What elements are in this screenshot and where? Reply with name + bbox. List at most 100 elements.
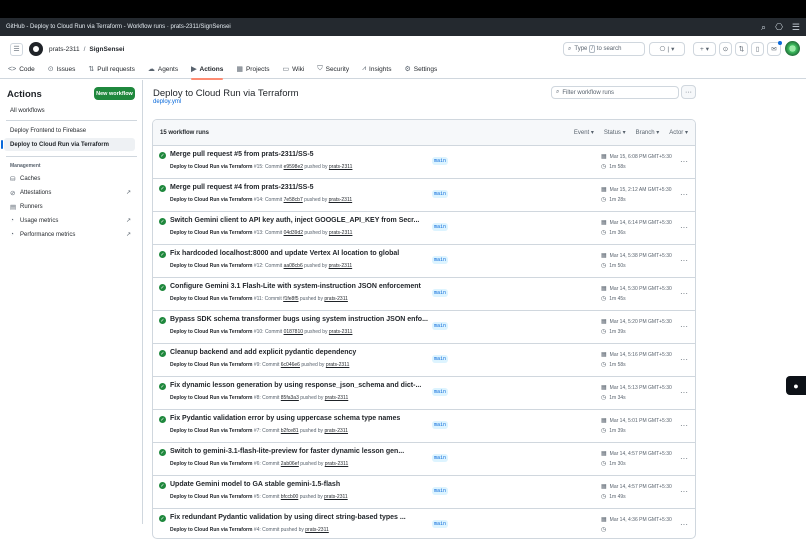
filter-runs-input[interactable]: ⌕ Filter workflow runs	[551, 86, 679, 99]
run-title[interactable]: Merge pull request #4 from prats-2311/SS…	[170, 184, 314, 191]
branch-badge[interactable]: main	[432, 157, 449, 165]
commit-link[interactable]: 7e58cb7	[284, 197, 303, 203]
run-title[interactable]: Update Gemini model to GA stable gemini-…	[170, 481, 340, 488]
actor-link[interactable]: prats-2311	[325, 461, 349, 467]
commit-link[interactable]: b2fce81	[281, 428, 299, 434]
commit-link[interactable]: e9598e2	[284, 164, 303, 170]
row-kebab-icon[interactable]: ···	[680, 454, 688, 463]
row-kebab-icon[interactable]: ···	[680, 157, 688, 166]
table-row[interactable]: ✓ Merge pull request #5 from prats-2311/…	[153, 146, 695, 179]
sidebar-item-usage-metrics[interactable]: ◔ Usage metrics ↗	[4, 214, 135, 227]
row-kebab-icon[interactable]: ···	[680, 322, 688, 331]
actor-link[interactable]: prats-2311	[329, 329, 353, 335]
tab-code[interactable]: <> Code	[8, 60, 35, 79]
run-title[interactable]: Bypass SDK schema transformer bugs using…	[170, 316, 428, 323]
row-kebab-icon[interactable]: ···	[680, 520, 688, 529]
commit-link[interactable]: 2ab06ef	[281, 461, 299, 467]
copilot-icon[interactable]: ⎔	[775, 22, 783, 33]
sidebar-item-attestations[interactable]: ⊘ Attestations ↗	[4, 186, 135, 199]
tab-projects[interactable]: ▦ Projects	[236, 60, 269, 79]
run-title[interactable]: Switch Gemini client to API key auth, in…	[170, 217, 419, 224]
row-kebab-icon[interactable]: ···	[680, 289, 688, 298]
pull-requests-button[interactable]: ⇅	[735, 42, 748, 56]
actor-link[interactable]: prats-2311	[329, 263, 353, 269]
run-title[interactable]: Switch to gemini-3.1-flash-lite-preview …	[170, 448, 404, 455]
menu-icon[interactable]: ☰	[792, 22, 800, 33]
more-options-button[interactable]: ···	[681, 85, 696, 99]
branch-badge[interactable]: main	[432, 421, 449, 429]
commit-link[interactable]: 6c046e6	[281, 362, 300, 368]
table-row[interactable]: ✓ Merge pull request #4 from prats-2311/…	[153, 179, 695, 212]
filter-event[interactable]: Event ▾	[574, 129, 594, 136]
table-row[interactable]: ✓ Fix redundant Pydantic validation by u…	[153, 509, 695, 538]
table-row[interactable]: ✓ Bypass SDK schema transformer bugs usi…	[153, 311, 695, 344]
branch-badge[interactable]: main	[432, 487, 449, 495]
table-row[interactable]: ✓ Switch Gemini client to API key auth, …	[153, 212, 695, 245]
branch-badge[interactable]: main	[432, 322, 449, 330]
run-title[interactable]: Fix Pydantic validation error by using u…	[170, 415, 400, 422]
run-title[interactable]: Merge pull request #5 from prats-2311/SS…	[170, 151, 314, 158]
branch-badge[interactable]: main	[432, 388, 449, 396]
filter-actor[interactable]: Actor ▾	[669, 129, 688, 136]
breadcrumb-repo[interactable]: SignSensei	[89, 46, 124, 53]
github-logo-icon[interactable]	[29, 42, 43, 56]
commit-link[interactable]: 85fa3a3	[281, 395, 299, 401]
global-search-input[interactable]: ⌕ Type / to search	[563, 42, 645, 56]
sidebar-item-runners[interactable]: ▤ Runners	[4, 200, 135, 213]
sidebar-item-caches[interactable]: ⛁ Caches	[4, 172, 135, 185]
run-title[interactable]: Fix hardcoded localhost:8000 and update …	[170, 250, 399, 257]
row-kebab-icon[interactable]: ···	[680, 421, 688, 430]
tab-wiki[interactable]: ▭ Wiki	[282, 60, 304, 79]
search-icon[interactable]: ⌕	[761, 22, 766, 33]
branch-badge[interactable]: main	[432, 190, 449, 198]
actor-link[interactable]: prats-2311	[329, 197, 353, 203]
tab-security[interactable]: ⛉ Security	[317, 60, 349, 79]
actor-link[interactable]: prats-2311	[325, 395, 349, 401]
row-kebab-icon[interactable]: ···	[680, 355, 688, 364]
feedback-button[interactable]: ●	[786, 376, 806, 395]
tab-agents[interactable]: ☁ Agents	[148, 60, 178, 79]
commit-link[interactable]: f1fe8f5	[283, 296, 298, 302]
commit-link[interactable]: aa08cb6	[284, 263, 303, 269]
branch-badge[interactable]: main	[432, 355, 449, 363]
tab-pull-requests[interactable]: ⇅ Pull requests	[88, 60, 134, 79]
repositories-button[interactable]: ▯	[751, 42, 764, 56]
copilot-dropdown-button[interactable]: ⎔ | ▾	[649, 42, 685, 56]
tab-insights[interactable]: ⩘ Insights	[362, 60, 391, 79]
table-row[interactable]: ✓ Switch to gemini-3.1-flash-lite-previe…	[153, 443, 695, 476]
create-new-button[interactable]: + ▾	[693, 42, 716, 56]
actor-link[interactable]: prats-2311	[324, 428, 348, 434]
table-row[interactable]: ✓ Configure Gemini 3.1 Flash-Lite with s…	[153, 278, 695, 311]
actor-link[interactable]: prats-2311	[324, 296, 348, 302]
breadcrumb-owner[interactable]: prats-2311	[49, 46, 80, 53]
row-kebab-icon[interactable]: ···	[680, 388, 688, 397]
table-row[interactable]: ✓ Fix Pydantic validation error by using…	[153, 410, 695, 443]
commit-link[interactable]: 04d39d2	[284, 230, 303, 236]
tab-actions[interactable]: ▶ Actions	[191, 60, 224, 80]
hamburger-menu-button[interactable]: ☰	[10, 42, 23, 56]
new-workflow-button[interactable]: New workflow	[94, 87, 135, 100]
row-kebab-icon[interactable]: ···	[680, 256, 688, 265]
tab-issues[interactable]: ⊙ Issues	[48, 60, 76, 79]
row-kebab-icon[interactable]: ···	[680, 190, 688, 199]
sidebar-item-deploy-cloud-run[interactable]: Deploy to Cloud Run via Terraform	[1, 138, 135, 151]
branch-badge[interactable]: main	[432, 256, 449, 264]
actor-link[interactable]: prats-2311	[305, 527, 329, 533]
filter-branch[interactable]: Branch ▾	[636, 129, 660, 136]
sidebar-item-all-workflows[interactable]: All workflows	[4, 104, 135, 117]
issues-button[interactable]: ⊙	[719, 42, 732, 56]
branch-badge[interactable]: main	[432, 223, 449, 231]
run-title[interactable]: Cleanup backend and add explicit pydanti…	[170, 349, 356, 356]
avatar[interactable]	[785, 41, 800, 56]
run-title[interactable]: Fix redundant Pydantic validation by usi…	[170, 514, 406, 521]
table-row[interactable]: ✓ Fix dynamic lesson generation by using…	[153, 377, 695, 410]
filter-status[interactable]: Status ▾	[604, 129, 626, 136]
run-title[interactable]: Configure Gemini 3.1 Flash-Lite with sys…	[170, 283, 421, 290]
table-row[interactable]: ✓ Cleanup backend and add explicit pydan…	[153, 344, 695, 377]
branch-badge[interactable]: main	[432, 520, 449, 528]
commit-link[interactable]: bfccb00	[281, 494, 299, 500]
run-title[interactable]: Fix dynamic lesson generation by using r…	[170, 382, 421, 389]
actor-link[interactable]: prats-2311	[326, 362, 350, 368]
table-row[interactable]: ✓ Update Gemini model to GA stable gemin…	[153, 476, 695, 509]
table-row[interactable]: ✓ Fix hardcoded localhost:8000 and updat…	[153, 245, 695, 278]
